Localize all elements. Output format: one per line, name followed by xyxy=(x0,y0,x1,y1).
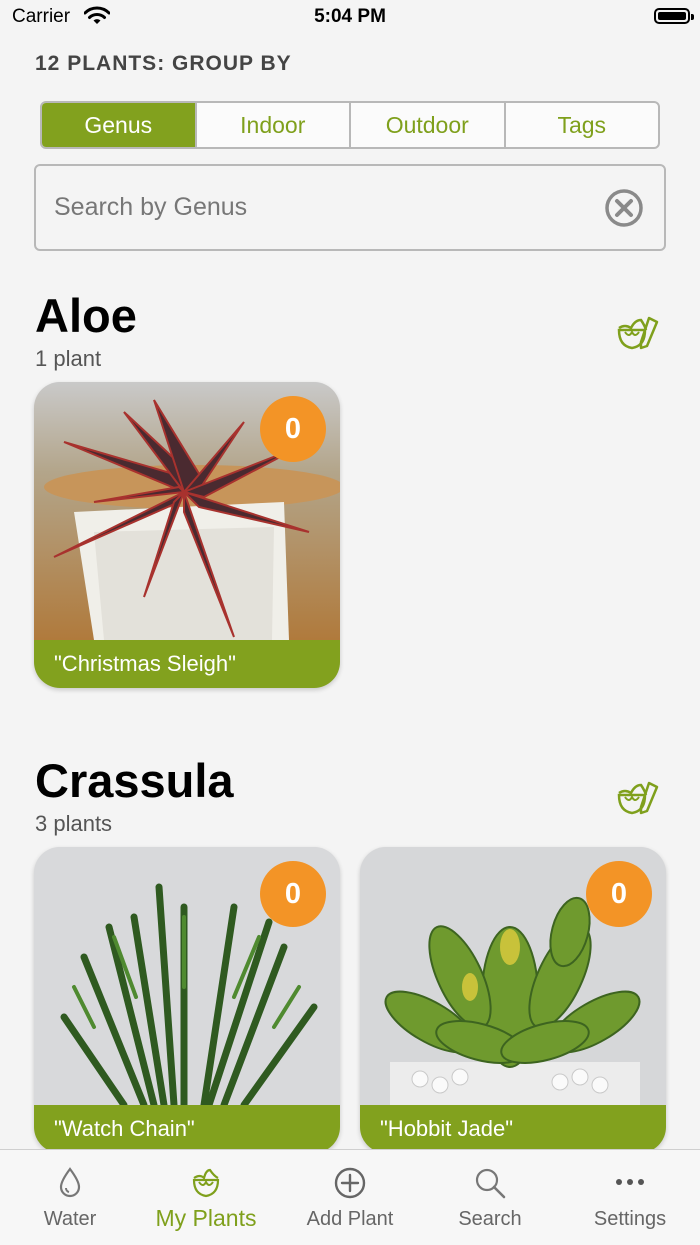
section-count-crassula: 3 plants xyxy=(35,811,113,836)
clear-search-icon[interactable] xyxy=(604,188,644,228)
water-count-badge: 0 xyxy=(586,861,652,927)
plant-icon xyxy=(192,1168,220,1198)
group-by-label: 12 PLANTS: GROUP BY xyxy=(35,52,292,75)
segment-tags[interactable]: Tags xyxy=(503,103,659,147)
tab-bar: Water My Plants Add Plant Search Setting… xyxy=(0,1149,700,1245)
water-count-badge: 0 xyxy=(260,861,326,927)
tab-search[interactable]: Search xyxy=(420,1150,560,1245)
plant-name-label: "Hobbit Jade" xyxy=(360,1105,666,1153)
section-title-crassula: Crassula xyxy=(35,754,234,807)
water-drop-icon xyxy=(59,1167,81,1198)
segment-genus[interactable]: Genus xyxy=(42,103,195,147)
section-count-aloe: 1 plant xyxy=(35,346,102,371)
status-bar: Carrier 5:04 PM xyxy=(0,0,700,36)
more-dots-icon xyxy=(616,1179,644,1185)
search-bar xyxy=(34,164,666,251)
tab-my-plants[interactable]: My Plants xyxy=(136,1150,276,1245)
search-input[interactable] xyxy=(54,166,574,249)
tab-label: My Plants xyxy=(155,1205,257,1231)
edit-group-icon[interactable] xyxy=(613,308,663,354)
plant-name-label: "Christmas Sleigh" xyxy=(34,640,340,688)
tab-label: Search xyxy=(458,1208,522,1230)
segment-outdoor[interactable]: Outdoor xyxy=(349,103,504,147)
tab-label: Settings xyxy=(593,1208,667,1230)
battery-icon xyxy=(654,8,694,24)
plant-card-christmas-sleigh[interactable]: 0 "Christmas Sleigh" xyxy=(34,382,340,688)
tab-label: Add Plant xyxy=(306,1208,394,1230)
status-time: 5:04 PM xyxy=(314,6,386,27)
segment-indoor[interactable]: Indoor xyxy=(194,103,350,147)
tab-label: Water xyxy=(43,1208,97,1230)
search-icon xyxy=(475,1168,506,1199)
section-title-aloe: Aloe xyxy=(35,289,137,342)
plant-card-watch-chain[interactable]: 0 "Watch Chain" xyxy=(34,847,340,1153)
tab-add-plant[interactable]: Add Plant xyxy=(280,1150,420,1245)
add-circle-icon xyxy=(334,1167,366,1199)
tab-settings[interactable]: Settings xyxy=(560,1150,700,1245)
group-by-segmented-control: Genus Indoor Outdoor Tags xyxy=(40,101,660,149)
water-count-badge: 0 xyxy=(260,396,326,462)
edit-group-icon[interactable] xyxy=(613,773,663,819)
plant-card-hobbit-jade[interactable]: 0 "Hobbit Jade" xyxy=(360,847,666,1153)
tab-water[interactable]: Water xyxy=(0,1150,140,1245)
plant-name-label: "Watch Chain" xyxy=(34,1105,340,1153)
